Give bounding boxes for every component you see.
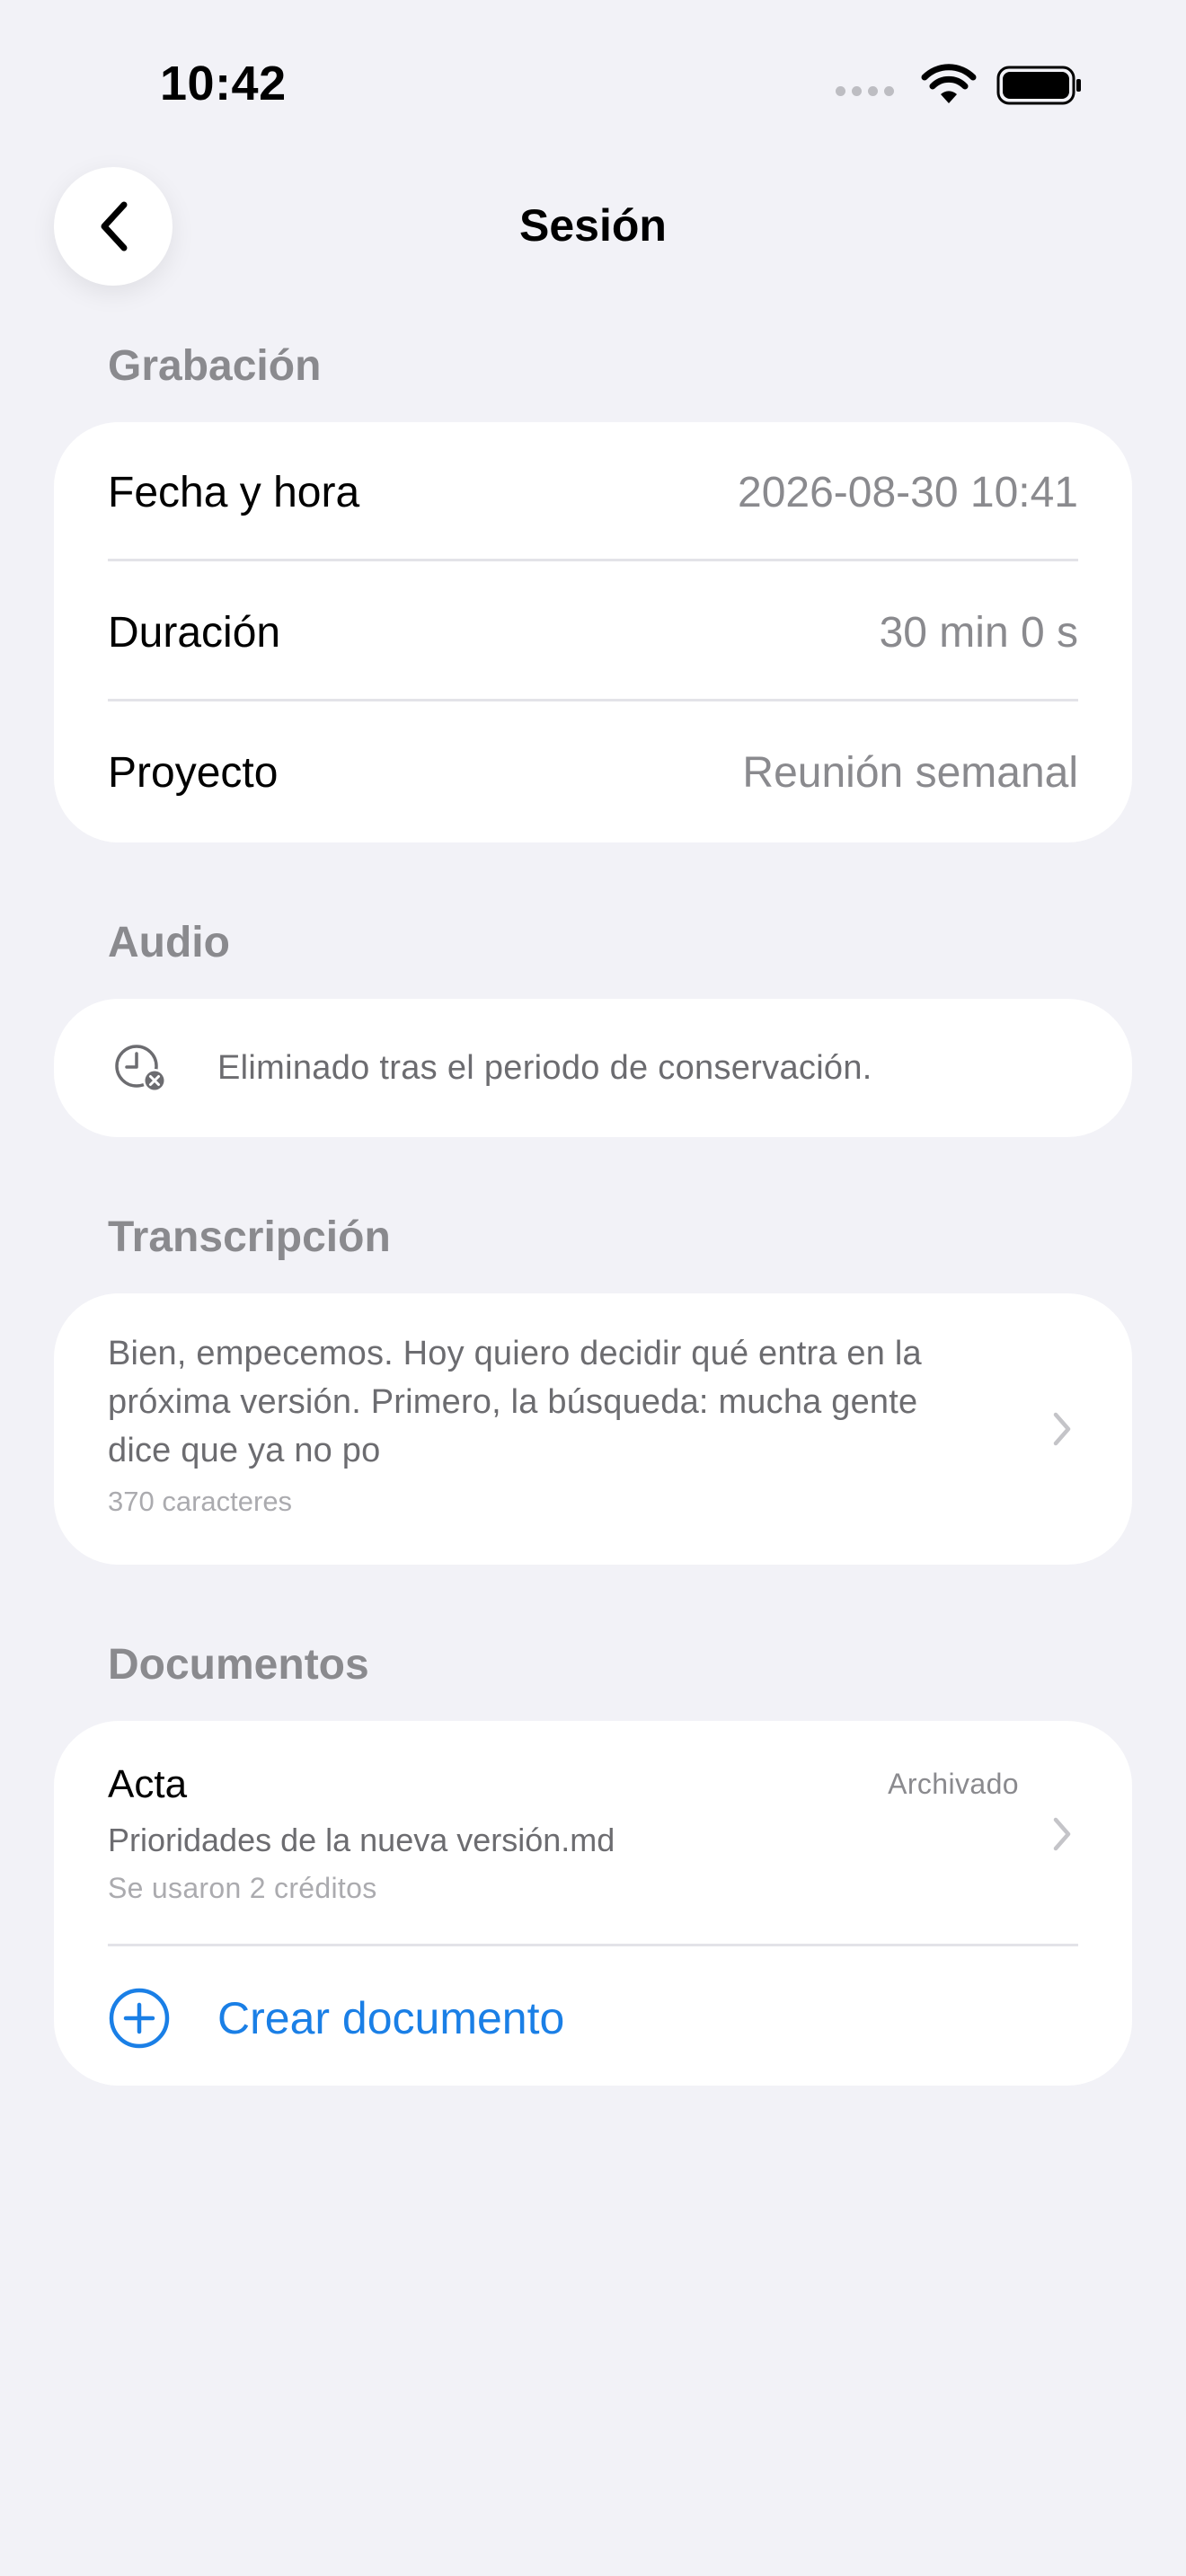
- document-status-badge: Archivado: [888, 1768, 1019, 1800]
- status-time: 10:42: [160, 57, 287, 110]
- document-name: Acta: [108, 1762, 188, 1806]
- status-icons: [836, 63, 1083, 108]
- audio-status-message: Eliminado tras el periodo de conservació…: [217, 1048, 872, 1087]
- section-title-documents: Documentos: [108, 1641, 369, 1689]
- wifi-icon: [921, 64, 977, 103]
- plus-circle-icon: [109, 1988, 170, 2049]
- section-title-recording: Grabación: [108, 342, 322, 390]
- row-label: Proyecto: [108, 748, 279, 797]
- divider: [108, 1944, 1078, 1946]
- page-title: Sesión: [519, 200, 667, 251]
- document-credits: Se usaron 2 créditos: [108, 1872, 377, 1904]
- battery-icon: [996, 66, 1081, 105]
- recording-row-date: Fecha y hora 2026-08-30 10:41: [108, 422, 1078, 562]
- transcription-line: próxima versión. Primero, la búsqueda: m…: [108, 1383, 918, 1421]
- divider: [108, 699, 1078, 701]
- documents-card: Acta Archivado Prioridades de la nueva v…: [54, 1721, 1132, 2086]
- transcription-card[interactable]: Bien, empecemos. Hoy quiero decidir qué …: [54, 1293, 1132, 1565]
- chevron-right-icon: [1053, 1412, 1071, 1446]
- chevron-right-icon: [1053, 1817, 1071, 1851]
- divider: [108, 559, 1078, 561]
- section-title-transcription: Transcripción: [108, 1213, 391, 1261]
- audio-card: Eliminado tras el periodo de conservació…: [54, 999, 1132, 1137]
- recording-row-project: Proyecto Reunión semanal: [108, 702, 1078, 842]
- cellular-signal-icon: [836, 85, 894, 96]
- character-count: 370 caracteres: [108, 1486, 293, 1517]
- transcription-preview: Bien, empecemos. Hoy quiero decidir qué …: [108, 1329, 1024, 1475]
- section-title-audio: Audio: [108, 919, 230, 966]
- create-document-button[interactable]: Crear documento: [108, 1951, 564, 2086]
- row-label: Duración: [108, 608, 281, 657]
- recording-card: Fecha y hora 2026-08-30 10:41 Duración 3…: [54, 422, 1132, 842]
- transcription-line: dice que ya no po: [108, 1432, 381, 1469]
- document-filename: Prioridades de la nueva versión.md: [108, 1822, 615, 1858]
- row-value: Reunión semanal: [742, 748, 1078, 797]
- clock-removed-icon: [115, 1045, 166, 1092]
- document-item[interactable]: Acta Archivado Prioridades de la nueva v…: [54, 1721, 1132, 1945]
- recording-row-duration: Duración 30 min 0 s: [108, 562, 1078, 702]
- transcription-line: Bien, empecemos. Hoy quiero decidir qué …: [108, 1335, 922, 1372]
- row-value: 2026-08-30 10:41: [738, 468, 1078, 516]
- audio-status-row: Eliminado tras el periodo de conservació…: [54, 999, 1132, 1137]
- row-label: Fecha y hora: [108, 468, 360, 516]
- create-document-label: Crear documento: [217, 1993, 565, 2043]
- session-screen: 10:42 Sesión Grabación Fecha y hora 2026…: [0, 0, 1186, 2576]
- row-value: 30 min 0 s: [879, 608, 1078, 657]
